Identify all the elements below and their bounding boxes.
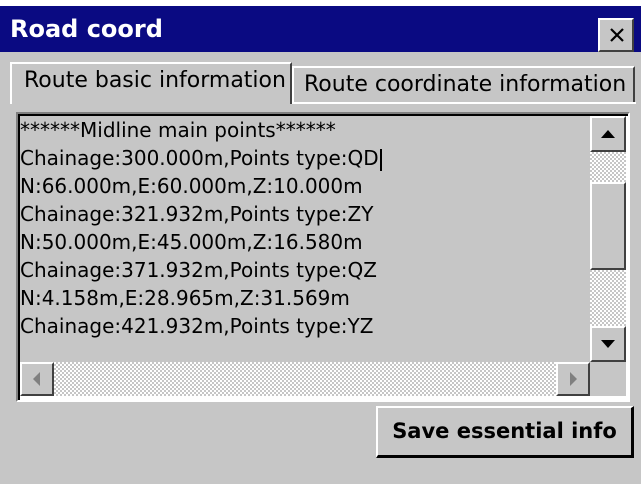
- window-title: Road coord: [10, 15, 163, 43]
- scroll-right-button[interactable]: [556, 362, 590, 396]
- horizontal-scroll-track[interactable]: [54, 362, 556, 396]
- scrollbar-corner: [590, 362, 626, 396]
- tab-label: Route coordinate information: [304, 72, 627, 97]
- text-line: Chainage:371.932m,Points type:QZ: [20, 258, 377, 282]
- close-button[interactable]: [598, 18, 634, 52]
- text-line: N:50.000m,E:45.000m,Z:16.580m: [20, 230, 363, 254]
- text-line: N:4.158m,E:28.965m,Z:31.569m: [20, 286, 350, 310]
- scroll-up-button[interactable]: [590, 116, 626, 152]
- text-line-with-caret: Chainage:300.000m,Points type:QD: [20, 144, 590, 172]
- tab-label: Route basic information: [24, 68, 286, 93]
- vertical-scrollbar[interactable]: [590, 116, 626, 362]
- vertical-scroll-thumb[interactable]: [590, 182, 626, 270]
- horizontal-scrollbar[interactable]: [20, 362, 590, 396]
- text-line: ******Midline main points******: [20, 118, 336, 142]
- arrow-right-icon: [570, 372, 577, 386]
- route-info-text[interactable]: ******Midline main points****** Chainage…: [20, 116, 590, 362]
- scroll-down-button[interactable]: [590, 326, 626, 362]
- arrow-up-icon: [601, 130, 615, 138]
- save-essential-info-button[interactable]: Save essential info: [376, 406, 634, 458]
- arrow-left-icon: [33, 372, 40, 386]
- tab-route-coordinate-information[interactable]: Route coordinate information: [292, 66, 635, 104]
- tab-route-basic-information[interactable]: Route basic information: [10, 62, 292, 104]
- text-line: Chainage:300.000m,Points type:QD: [20, 146, 379, 170]
- road-coord-window: Road coord Route basic information Route…: [0, 6, 641, 484]
- text-line: Chainage:321.932m,Points type:ZY: [20, 202, 374, 226]
- scroll-left-button[interactable]: [20, 362, 54, 396]
- text-line: Chainage:421.932m,Points type:YZ: [20, 314, 374, 338]
- text-caret: [379, 148, 382, 171]
- route-info-textbox[interactable]: ******Midline main points****** Chainage…: [16, 112, 630, 402]
- title-bar: Road coord: [0, 6, 641, 52]
- arrow-down-icon: [601, 340, 615, 348]
- close-icon: [610, 28, 624, 42]
- text-line: N:66.000m,E:60.000m,Z:10.000m: [20, 174, 363, 198]
